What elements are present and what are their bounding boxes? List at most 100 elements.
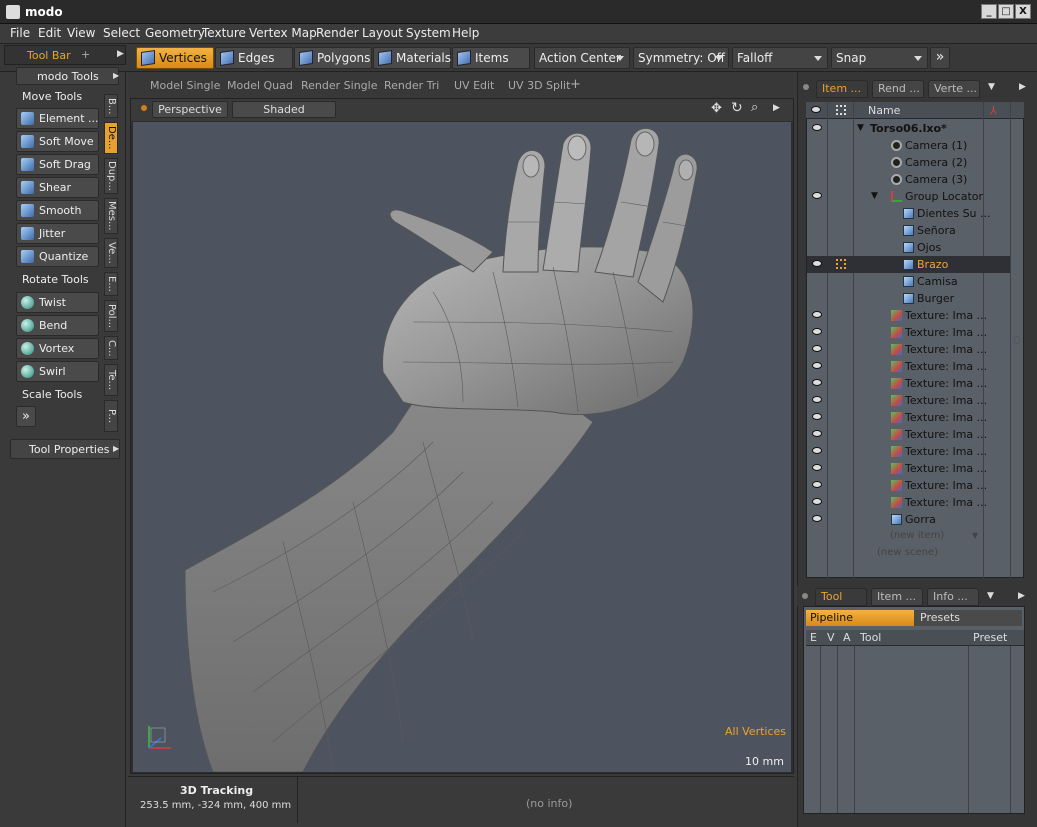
mode-vertices-button[interactable]: Vertices bbox=[136, 47, 214, 69]
lock-icon[interactable] bbox=[836, 259, 846, 269]
item-row[interactable]: Camera (3) bbox=[807, 171, 1010, 188]
menu-edit[interactable]: Edit bbox=[38, 26, 61, 40]
item-row[interactable]: Camera (2) bbox=[807, 154, 1010, 171]
tab-model-quad[interactable]: Model Quad bbox=[227, 79, 293, 92]
vtab-polygon[interactable]: Pol... bbox=[104, 300, 118, 332]
panel-arrow-icon[interactable]: ▶ bbox=[1019, 82, 1026, 92]
scrollbar-grip[interactable] bbox=[1014, 336, 1020, 344]
vtab-curve[interactable]: C... bbox=[104, 336, 118, 360]
visibility-eye-icon[interactable] bbox=[812, 362, 822, 369]
item-row[interactable]: Brazo bbox=[807, 256, 1010, 273]
visibility-eye-icon[interactable] bbox=[812, 447, 822, 454]
3d-viewport[interactable]: All Vertices 10 mm bbox=[133, 122, 791, 773]
visibility-eye-icon[interactable] bbox=[812, 379, 822, 386]
item-row[interactable]: Texture: Ima ... bbox=[807, 426, 1010, 443]
mode-edges-button[interactable]: Edges bbox=[215, 47, 293, 69]
item-row[interactable]: Burger bbox=[807, 290, 1010, 307]
panel-dot-icon[interactable] bbox=[802, 593, 808, 599]
zoom-icon[interactable]: ⌕ bbox=[751, 100, 758, 115]
item-row[interactable]: Texture: Ima ... bbox=[807, 358, 1010, 375]
visibility-eye-icon[interactable] bbox=[812, 430, 822, 437]
menu-help[interactable]: Help bbox=[452, 26, 479, 40]
expand-triangle-icon[interactable]: ▼ bbox=[871, 191, 878, 201]
presets-tab[interactable]: Presets bbox=[914, 610, 1022, 626]
item-row[interactable]: Texture: Ima ... bbox=[807, 494, 1010, 511]
rotate-view-icon[interactable]: ↻ bbox=[731, 100, 743, 116]
smooth-button[interactable]: Smooth bbox=[16, 200, 99, 221]
toolbar-more-button[interactable]: » bbox=[930, 47, 950, 69]
twist-button[interactable]: Twist bbox=[16, 292, 99, 313]
item-row[interactable]: Camera (1) bbox=[807, 137, 1010, 154]
item-row[interactable]: Texture: Ima ... bbox=[807, 307, 1010, 324]
lock-column-icon[interactable] bbox=[836, 105, 846, 115]
col-active[interactable]: A bbox=[843, 631, 851, 644]
vtab-duplicate[interactable]: Dup... bbox=[104, 158, 118, 194]
swirl-button[interactable]: Swirl bbox=[16, 361, 99, 382]
new-item-entry[interactable]: (new item) bbox=[890, 530, 944, 541]
bend-button[interactable]: Bend bbox=[16, 315, 99, 336]
visibility-eye-icon[interactable] bbox=[812, 260, 822, 267]
modo-tools-header[interactable]: modo Tools ▶ bbox=[16, 67, 119, 85]
item-row[interactable]: Texture: Ima ... bbox=[807, 341, 1010, 358]
col-enable[interactable]: E bbox=[810, 631, 817, 644]
add-viewport-tab-button[interactable]: + bbox=[570, 77, 581, 92]
close-button[interactable]: X bbox=[1015, 4, 1031, 19]
vtab-deform[interactable]: De... bbox=[104, 122, 118, 154]
col-visible[interactable]: V bbox=[827, 631, 835, 644]
shear-button[interactable]: Shear bbox=[16, 177, 99, 198]
visibility-eye-icon[interactable] bbox=[812, 515, 822, 522]
item-type-column-icon[interactable]: ⅄ bbox=[990, 104, 997, 117]
item-row[interactable]: Dientes Su ... bbox=[807, 205, 1010, 222]
menu-system[interactable]: System bbox=[406, 26, 451, 40]
add-tab-button[interactable]: + bbox=[81, 48, 90, 61]
visibility-eye-icon[interactable] bbox=[812, 498, 822, 505]
menu-texture[interactable]: Texture bbox=[202, 26, 246, 40]
visibility-eye-icon[interactable] bbox=[812, 192, 822, 199]
item-row[interactable]: Camisa bbox=[807, 273, 1010, 290]
visibility-eye-icon[interactable] bbox=[812, 413, 822, 420]
tab-render-single[interactable]: Render Single bbox=[301, 79, 377, 92]
item-row[interactable]: ▼ Torso06.lxo* bbox=[807, 120, 1010, 137]
panel-arrow-icon[interactable]: ▶ bbox=[1018, 591, 1025, 601]
menu-view[interactable]: View bbox=[67, 26, 95, 40]
projection-dropdown[interactable]: Perspective bbox=[152, 101, 228, 118]
falloff-dropdown[interactable]: Falloff bbox=[732, 47, 828, 69]
chevron-down-icon[interactable]: ▼ bbox=[987, 591, 994, 601]
tab-tool-bar[interactable]: Tool Bar bbox=[27, 49, 71, 62]
col-tool[interactable]: Tool bbox=[860, 631, 881, 644]
item-row[interactable]: Texture: Ima ... bbox=[807, 392, 1010, 409]
item-row[interactable]: Gorra bbox=[807, 511, 1010, 528]
minimize-button[interactable]: _ bbox=[981, 4, 997, 19]
panel-arrow-icon[interactable]: ▶ bbox=[117, 49, 124, 59]
visibility-eye-icon[interactable] bbox=[812, 311, 822, 318]
visibility-eye-icon[interactable] bbox=[812, 345, 822, 352]
item-row[interactable]: ▼ Group Locator bbox=[807, 188, 1010, 205]
action-center-dropdown[interactable]: Action Center bbox=[534, 47, 630, 69]
item-row[interactable]: Texture: Ima ... bbox=[807, 375, 1010, 392]
item-row[interactable]: Texture: Ima ... bbox=[807, 409, 1010, 426]
vtab-basic[interactable]: B... bbox=[104, 94, 118, 118]
maximize-button[interactable]: □ bbox=[998, 4, 1014, 19]
tab-render-tri[interactable]: Render Tri bbox=[384, 79, 439, 92]
tab-uv-3d-split[interactable]: UV 3D Split bbox=[508, 79, 570, 92]
pan-icon[interactable]: ✥ bbox=[711, 101, 722, 116]
expand-triangle-icon[interactable]: ▼ bbox=[857, 123, 864, 133]
menu-file[interactable]: File bbox=[10, 26, 30, 40]
shading-dropdown[interactable]: Shaded bbox=[232, 101, 336, 118]
tab-render[interactable]: Rend ... bbox=[872, 80, 924, 98]
quantize-button[interactable]: Quantize bbox=[16, 246, 99, 267]
panel-dot-icon[interactable] bbox=[803, 84, 809, 90]
jitter-button[interactable]: Jitter bbox=[16, 223, 99, 244]
menu-layout[interactable]: Layout bbox=[362, 26, 403, 40]
tab-model-single[interactable]: Model Single bbox=[150, 79, 220, 92]
item-row[interactable]: Ojos bbox=[807, 239, 1010, 256]
visibility-eye-icon[interactable] bbox=[812, 464, 822, 471]
vtab-edge[interactable]: E... bbox=[104, 272, 118, 296]
vortex-button[interactable]: Vortex bbox=[16, 338, 99, 359]
item-row[interactable]: Texture: Ima ... bbox=[807, 477, 1010, 494]
visibility-column-eye-icon[interactable] bbox=[811, 106, 821, 113]
menu-render[interactable]: Render bbox=[316, 26, 359, 40]
panel-arrow-icon[interactable]: ▶ bbox=[113, 71, 119, 80]
expand-tools-button[interactable]: » bbox=[16, 406, 36, 427]
tab-uv-edit[interactable]: UV Edit bbox=[454, 79, 494, 92]
